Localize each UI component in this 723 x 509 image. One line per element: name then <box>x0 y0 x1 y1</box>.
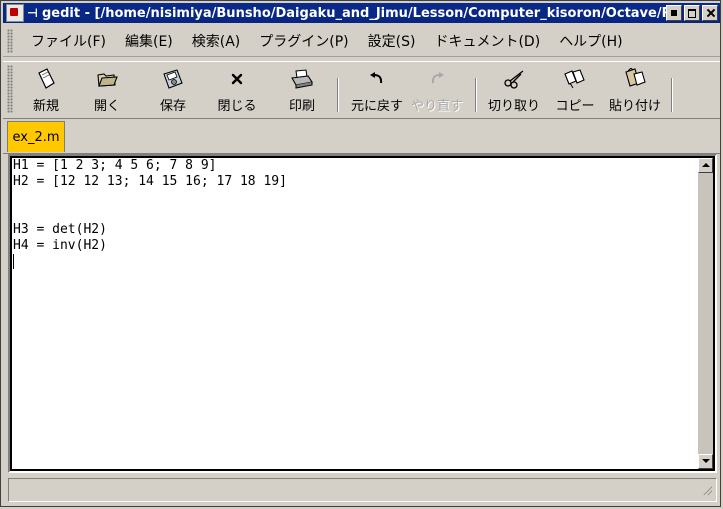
scroll-up-button[interactable] <box>698 158 713 173</box>
vertical-scrollbar[interactable] <box>698 158 713 469</box>
cut-button[interactable]: 切り取り <box>481 68 547 114</box>
app-icon[interactable] <box>6 4 24 22</box>
copy-icon <box>563 68 587 90</box>
toolbar: 新規 開く 保存 閉じる 印刷 元に戻す やり直す 切り取り コピー 貼り付け <box>3 61 720 119</box>
menu-edit[interactable]: 編集(E) <box>115 31 182 51</box>
cursor-line[interactable] <box>13 254 698 270</box>
redo-button[interactable]: やり直す <box>407 68 467 114</box>
paste-icon <box>623 68 647 90</box>
tab-label: ex_2.m <box>12 129 60 145</box>
save-button[interactable]: 保存 <box>143 68 203 114</box>
menu-help[interactable]: ヘルプ(H) <box>549 31 631 51</box>
menu-search[interactable]: 検索(A) <box>182 31 250 51</box>
scissors-icon <box>503 68 525 90</box>
toolbar-separator <box>475 78 477 112</box>
undo-arrow-icon <box>369 68 385 90</box>
scroll-track[interactable] <box>698 173 713 454</box>
status-bar <box>8 478 717 502</box>
menu-bar: ファイル(F) 編集(E) 検索(A) プラグイン(P) 設定(S) ドキュメン… <box>3 26 720 57</box>
new-button[interactable]: 新規 <box>21 68 71 114</box>
code-line[interactable] <box>13 206 698 222</box>
close-label: 閉じる <box>217 99 257 114</box>
print-label: 印刷 <box>288 99 315 114</box>
title-bar[interactable]: ⊣ gedit - [/home/nisimiya/Bunsho/Daigaku… <box>3 3 720 23</box>
paste-button[interactable]: 貼り付け <box>603 68 667 114</box>
minimize-button[interactable] <box>666 5 682 21</box>
window-controls <box>666 5 718 21</box>
menu-plugins[interactable]: プラグイン(P) <box>249 31 357 51</box>
tab-ex-2-m[interactable]: ex_2.m <box>7 121 65 152</box>
pin-icon[interactable]: ⊣ <box>27 6 38 20</box>
code-line[interactable]: H3 = det(H2) <box>13 222 698 238</box>
undo-label: 元に戻す <box>350 99 403 114</box>
open-button[interactable]: 開く <box>71 68 143 114</box>
code-line[interactable]: H4 = inv(H2) <box>13 238 698 254</box>
copy-button[interactable]: コピー <box>547 68 603 114</box>
gedit-window: ⊣ gedit - [/home/nisimiya/Bunsho/Daigaku… <box>0 0 721 507</box>
paste-label: 貼り付け <box>608 99 661 114</box>
copy-label: コピー <box>555 99 595 114</box>
toolbar-grip-handle[interactable] <box>7 65 13 113</box>
new-label: 新規 <box>32 99 59 114</box>
open-folder-icon <box>96 68 118 90</box>
open-label: 開く <box>93 99 120 114</box>
text-editor[interactable]: H1 = [1 2 3; 4 5 6; 7 8 9] H2 = [12 12 1… <box>12 158 698 469</box>
menubar-grip-handle[interactable] <box>7 29 13 53</box>
editor-frame: H1 = [1 2 3; 4 5 6; 7 8 9] H2 = [12 12 1… <box>8 154 717 473</box>
toolbar-separator <box>671 78 673 112</box>
window-title: gedit - [/home/nisimiya/Bunsho/Daigaku_a… <box>41 5 666 21</box>
save-disk-icon <box>162 68 184 90</box>
resize-grip-handle[interactable] <box>702 485 712 495</box>
save-label: 保存 <box>159 99 186 114</box>
menu-settings[interactable]: 設定(S) <box>358 31 425 51</box>
undo-button[interactable]: 元に戻す <box>347 68 407 114</box>
code-content[interactable]: H1 = [1 2 3; 4 5 6; 7 8 9] H2 = [12 12 1… <box>12 158 698 270</box>
text-cursor <box>13 254 14 269</box>
scroll-down-button[interactable] <box>698 454 713 469</box>
document-tab-strip: ex_2.m <box>3 119 720 154</box>
redo-arrow-icon <box>429 68 445 90</box>
code-line[interactable]: H1 = [1 2 3; 4 5 6; 7 8 9] <box>13 158 698 174</box>
close-button[interactable]: 閉じる <box>203 68 271 114</box>
close-window-button[interactable] <box>702 5 718 21</box>
redo-label: やり直す <box>410 99 463 114</box>
printer-icon <box>290 68 314 90</box>
cut-label: 切り取り <box>487 99 540 114</box>
menu-file[interactable]: ファイル(F) <box>21 31 115 51</box>
maximize-button[interactable] <box>684 5 700 21</box>
code-line[interactable]: H2 = [12 12 13; 14 15 16; 17 18 19] <box>13 174 698 190</box>
menu-documents[interactable]: ドキュメント(D) <box>424 31 549 51</box>
new-document-icon <box>36 68 56 90</box>
code-line[interactable] <box>13 190 698 206</box>
close-x-icon <box>230 68 244 90</box>
print-button[interactable]: 印刷 <box>271 68 333 114</box>
toolbar-separator <box>337 78 339 112</box>
